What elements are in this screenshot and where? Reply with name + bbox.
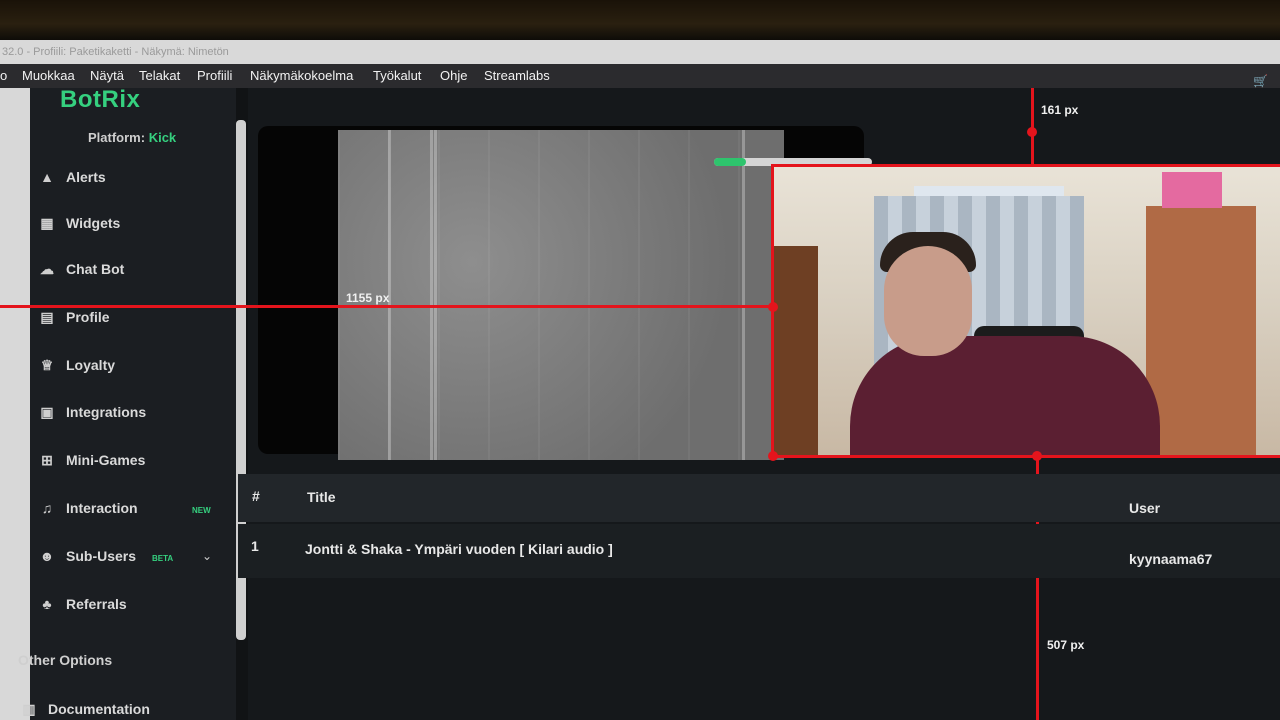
- referrals-icon: ♣: [42, 596, 52, 612]
- sidebar-item-label: Chat Bot: [66, 261, 125, 277]
- integrations-icon: ▣: [40, 403, 54, 420]
- sidebar-item-label: Profile: [66, 309, 110, 325]
- document-icon: ▥: [22, 700, 36, 717]
- window-title: 32.0 - Profiili: Paketikaketti - Näkymä:…: [2, 46, 229, 58]
- window-titlebar: 32.0 - Profiili: Paketikaketti - Näkymä:…: [0, 40, 1280, 64]
- row-title: Jontti & Shaka - Ympäri vuoden [ Kilari …: [305, 541, 613, 557]
- chevron-down-icon[interactable]: ⌄: [202, 549, 212, 563]
- measure-label-top: 161 px: [1041, 103, 1079, 117]
- left-panel-edge: [0, 88, 30, 720]
- sidebar-item-sub-users[interactable]: ☻ Sub-Users: [38, 547, 228, 565]
- sidebar-item-alerts[interactable]: ▲ Alerts: [38, 168, 228, 186]
- capture-source[interactable]: [338, 130, 784, 460]
- menu-item-streamlabs[interactable]: Streamlabs: [484, 64, 550, 88]
- music-note-icon: ♫: [41, 500, 53, 516]
- menu-item-docks[interactable]: Telakat: [139, 64, 180, 88]
- menu-item-edit[interactable]: Muokkaa: [22, 64, 75, 88]
- sidebar-item-label: Sub-Users: [66, 548, 137, 564]
- trophy-icon: ♕: [40, 356, 54, 373]
- resize-handle-left[interactable]: [768, 302, 778, 312]
- sidebar-item-label: Alerts: [66, 169, 106, 185]
- row-number: 1: [251, 538, 259, 554]
- sidebar-item-profile[interactable]: ▤ Profile: [38, 308, 228, 326]
- sidebar-item-label: Referrals: [66, 596, 127, 612]
- sidebar-item-integrations[interactable]: ▣ Integrations: [38, 403, 228, 421]
- selection-border-bottom[interactable]: [772, 455, 1280, 458]
- menu-item-tools[interactable]: Työkalut: [373, 64, 421, 88]
- new-badge: NEW: [192, 506, 211, 515]
- sidebar-item-label: Interaction: [66, 500, 138, 516]
- resize-handle-top[interactable]: [1027, 127, 1037, 137]
- menu-item-profile[interactable]: Profiili: [197, 64, 232, 88]
- measure-label-horizontal: 1155 px: [346, 291, 390, 305]
- sidebar-item-referrals[interactable]: ♣ Referrals: [38, 595, 228, 613]
- sidebar-item-label: Loyalty: [66, 357, 116, 373]
- platform-label: Platform:: [88, 130, 146, 145]
- sidebar-item-label: Documentation: [48, 701, 150, 717]
- sidebar-item-label: Mini-Games: [66, 452, 146, 468]
- menu-item-scene-collection[interactable]: Näkymäkokoelma: [250, 64, 353, 88]
- measure-line-horizontal: [0, 305, 772, 308]
- column-header-title[interactable]: Title: [307, 489, 336, 505]
- warning-icon: ▲: [40, 169, 54, 185]
- sidebar-item-label: Widgets: [66, 215, 121, 231]
- sidebar-item-mini-games[interactable]: ⊞ Mini-Games: [38, 451, 228, 469]
- table-header: # Title User: [238, 474, 1280, 522]
- sidebar-item-widgets[interactable]: ▦ Widgets: [38, 214, 228, 232]
- resize-handle-bottom-left[interactable]: [768, 451, 778, 461]
- botrix-logo[interactable]: BotRix: [60, 86, 140, 114]
- monitor-bezel: [0, 0, 1280, 40]
- sidebar-item-documentation[interactable]: ▥ Documentation: [20, 700, 210, 718]
- beta-badge: BETA: [152, 554, 174, 563]
- menu-bar: o Muokkaa Näytä Telakat Profiili Näkymäk…: [0, 64, 1280, 88]
- platform-indicator: Platform: Kick: [88, 130, 176, 145]
- table-row[interactable]: 1 Jontti & Shaka - Ympäri vuoden [ Kilar…: [238, 524, 1280, 578]
- other-options-heading: Other Options: [18, 652, 113, 668]
- sidebar-item-loyalty[interactable]: ♕ Loyalty: [38, 356, 228, 374]
- webcam-source[interactable]: [774, 166, 1280, 456]
- menu-item-view[interactable]: Näytä: [90, 64, 124, 88]
- column-header-user[interactable]: User: [1129, 500, 1160, 516]
- sidebar-item-label: Integrations: [66, 404, 147, 420]
- measure-label-bottom: 507 px: [1047, 638, 1085, 652]
- sidebar-item-chat-bot[interactable]: ☁ Chat Bot: [38, 260, 228, 278]
- row-user: kyynaama67: [1129, 551, 1213, 567]
- profile-card-icon: ▤: [40, 308, 54, 325]
- column-header-number: #: [252, 488, 260, 504]
- resize-handle-bottom[interactable]: [1032, 451, 1042, 461]
- menu-item-help[interactable]: Ohje: [440, 64, 467, 88]
- bot-icon: ☁: [40, 260, 54, 277]
- menu-item-file[interactable]: o: [0, 64, 7, 88]
- selection-border-top[interactable]: [772, 164, 1280, 167]
- widgets-icon: ▦: [40, 214, 54, 231]
- gamepad-icon: ⊞: [41, 451, 53, 468]
- platform-value: Kick: [148, 130, 177, 145]
- users-icon: ☻: [39, 548, 55, 564]
